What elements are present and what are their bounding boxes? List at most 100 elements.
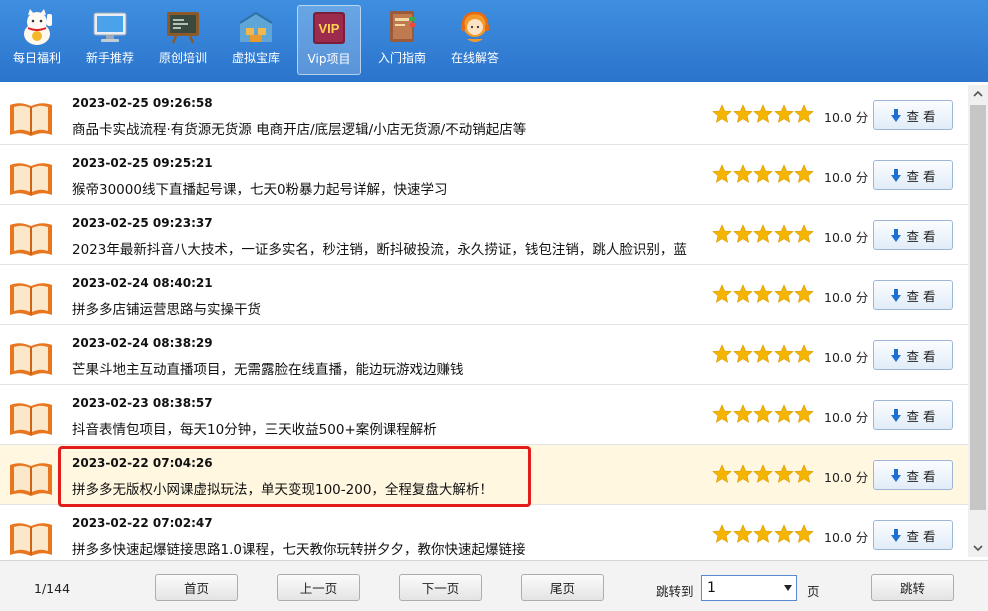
course-title[interactable]: 抖音表情包项目，每天10分钟，三天收益500+案例课程解析 xyxy=(72,418,704,438)
star-icon xyxy=(773,224,794,243)
dropdown-caret-icon xyxy=(784,585,792,591)
view-button[interactable]: 查 看 xyxy=(873,220,953,250)
course-score: 10.0 分 xyxy=(824,470,869,485)
chevron-down-icon xyxy=(973,545,983,551)
toolbar-item-label: 在线解答 xyxy=(450,51,499,65)
view-button[interactable]: 查 看 xyxy=(873,160,953,190)
star-icon xyxy=(753,404,773,423)
course-title[interactable]: 拼多多快速起爆链接思路1.0课程，七天教你玩转拼夕夕，教你快速起爆链接 xyxy=(72,538,704,557)
pagination-bar: 1/144 首页 上一页 下一页 尾页 跳转到 1 页 跳转 xyxy=(0,560,988,611)
download-arrow-icon xyxy=(890,168,901,182)
star-icon xyxy=(753,164,773,183)
star-icon xyxy=(773,404,794,423)
toolbar-item-daily-welfare[interactable]: 每日福利 xyxy=(5,5,69,75)
course-title[interactable]: 拼多多无版权小网课虚拟玩法，单天变现100-200，全程复盘大解析！ xyxy=(72,478,704,498)
course-date: 2023-02-24 08:38:29 xyxy=(72,336,213,350)
view-button[interactable]: 查 看 xyxy=(873,280,953,310)
star-icon xyxy=(732,104,753,123)
toolbar-item-beginner-guide[interactable]: 入门指南 xyxy=(370,5,434,75)
rating-stars xyxy=(712,404,815,424)
scroll-down-button[interactable] xyxy=(968,539,988,557)
course-title[interactable]: 2023年最新抖音八大技术，一证多实名，秒注销，断抖破投流，永久捞证，钱包注销，… xyxy=(72,238,704,258)
course-row: 2023-02-25 09:26:58 商品卡实战流程·有货源无货源 电商开店/… xyxy=(0,85,968,145)
prev-page-button[interactable]: 上一页 xyxy=(277,574,360,601)
view-button-label: 查 看 xyxy=(906,288,936,304)
scroll-thumb[interactable] xyxy=(970,105,986,510)
view-button[interactable]: 查 看 xyxy=(873,460,953,490)
star-icon xyxy=(753,464,773,483)
course-date: 2023-02-25 09:26:58 xyxy=(72,96,213,110)
view-button[interactable]: 查 看 xyxy=(873,340,953,370)
toolbar-item-label: 每日福利 xyxy=(12,51,61,65)
course-row: 2023-02-22 07:02:47 拼多多快速起爆链接思路1.0课程，七天教… xyxy=(0,505,968,557)
course-title[interactable]: 芒果斗地主互动直播项目，无需露脸在线直播，能边玩游戏边赚钱 xyxy=(72,358,704,378)
download-arrow-icon xyxy=(890,528,901,542)
star-icon xyxy=(712,524,732,543)
view-button[interactable]: 查 看 xyxy=(873,400,953,430)
download-arrow-icon xyxy=(890,288,901,302)
star-icon xyxy=(773,284,794,303)
book-icon xyxy=(10,223,52,256)
course-title[interactable]: 猴帝30000线下直播起号课，七天0粉暴力起号详解，快速学习 xyxy=(72,178,704,198)
book-icon xyxy=(10,403,52,436)
course-title[interactable]: 拼多多店铺运营思路与实操干货 xyxy=(72,298,704,318)
course-score: 10.0 分 xyxy=(824,170,869,185)
toolbar-item-newbie-recommend[interactable]: 新手推荐 xyxy=(78,5,142,75)
guide-book-icon xyxy=(390,11,416,42)
jump-page-select[interactable]: 1 xyxy=(701,575,797,601)
course-date: 2023-02-22 07:02:47 xyxy=(72,516,213,530)
page-indicator: 1/144 xyxy=(34,581,71,596)
course-row: 2023-02-25 09:23:37 2023年最新抖音八大技术，一证多实名，… xyxy=(0,205,968,265)
jump-button[interactable]: 跳转 xyxy=(871,574,954,601)
jump-page-value: 1 xyxy=(707,580,716,596)
view-button[interactable]: 查 看 xyxy=(873,100,953,130)
star-icon xyxy=(773,104,794,123)
list-scrollbar[interactable] xyxy=(968,85,988,557)
star-icon xyxy=(732,404,753,423)
view-button-label: 查 看 xyxy=(906,108,936,124)
book-icon xyxy=(10,283,52,316)
warehouse-icon xyxy=(239,11,273,42)
view-button[interactable]: 查 看 xyxy=(873,520,953,550)
course-date: 2023-02-22 07:04:26 xyxy=(72,456,213,470)
course-date: 2023-02-25 09:23:37 xyxy=(72,216,213,230)
view-button-label: 查 看 xyxy=(906,528,936,544)
course-list: 2023-02-25 09:26:58 商品卡实战流程·有货源无货源 电商开店/… xyxy=(0,85,968,557)
course-score: 10.0 分 xyxy=(824,410,869,425)
star-icon xyxy=(712,464,732,483)
star-icon xyxy=(712,344,732,363)
scroll-up-button[interactable] xyxy=(968,85,988,103)
toolbar-item-virtual-treasury[interactable]: 虚拟宝库 xyxy=(224,5,288,75)
view-button-label: 查 看 xyxy=(906,228,936,244)
toolbar-item-vip-project[interactable]: VIP Vip项目 xyxy=(297,5,361,75)
star-icon xyxy=(712,404,732,423)
chevron-up-icon xyxy=(973,91,983,97)
course-date: 2023-02-24 08:40:21 xyxy=(72,276,213,290)
star-icon xyxy=(794,104,814,123)
download-arrow-icon xyxy=(890,108,901,122)
star-icon xyxy=(753,224,773,243)
view-button-label: 查 看 xyxy=(906,168,936,184)
course-title[interactable]: 商品卡实战流程·有货源无货源 电商开店/底层逻辑/小店无货源/不动销起店等 xyxy=(72,118,704,138)
star-icon xyxy=(732,284,753,303)
toolbar-item-online-answer[interactable]: 在线解答 xyxy=(443,5,507,75)
star-icon xyxy=(794,464,814,483)
last-page-button[interactable]: 尾页 xyxy=(521,574,604,601)
page-unit-label: 页 xyxy=(807,584,820,599)
star-icon xyxy=(794,344,814,363)
rating-stars xyxy=(712,464,815,484)
next-page-button[interactable]: 下一页 xyxy=(399,574,482,601)
star-icon xyxy=(773,164,794,183)
toolbar-item-original-training[interactable]: 原创培训 xyxy=(151,5,215,75)
star-icon xyxy=(753,524,773,543)
jump-to-label: 跳转到 xyxy=(656,584,694,599)
download-arrow-icon xyxy=(890,408,901,422)
vip-badge-text: VIP xyxy=(319,21,340,36)
first-page-button[interactable]: 首页 xyxy=(155,574,238,601)
course-score: 10.0 分 xyxy=(824,290,869,305)
toolbar-item-label: Vip项目 xyxy=(307,52,351,66)
course-score: 10.0 分 xyxy=(824,350,869,365)
view-button-label: 查 看 xyxy=(906,348,936,364)
course-row: 2023-02-23 08:38:57 抖音表情包项目，每天10分钟，三天收益5… xyxy=(0,385,968,445)
star-icon xyxy=(732,224,753,243)
